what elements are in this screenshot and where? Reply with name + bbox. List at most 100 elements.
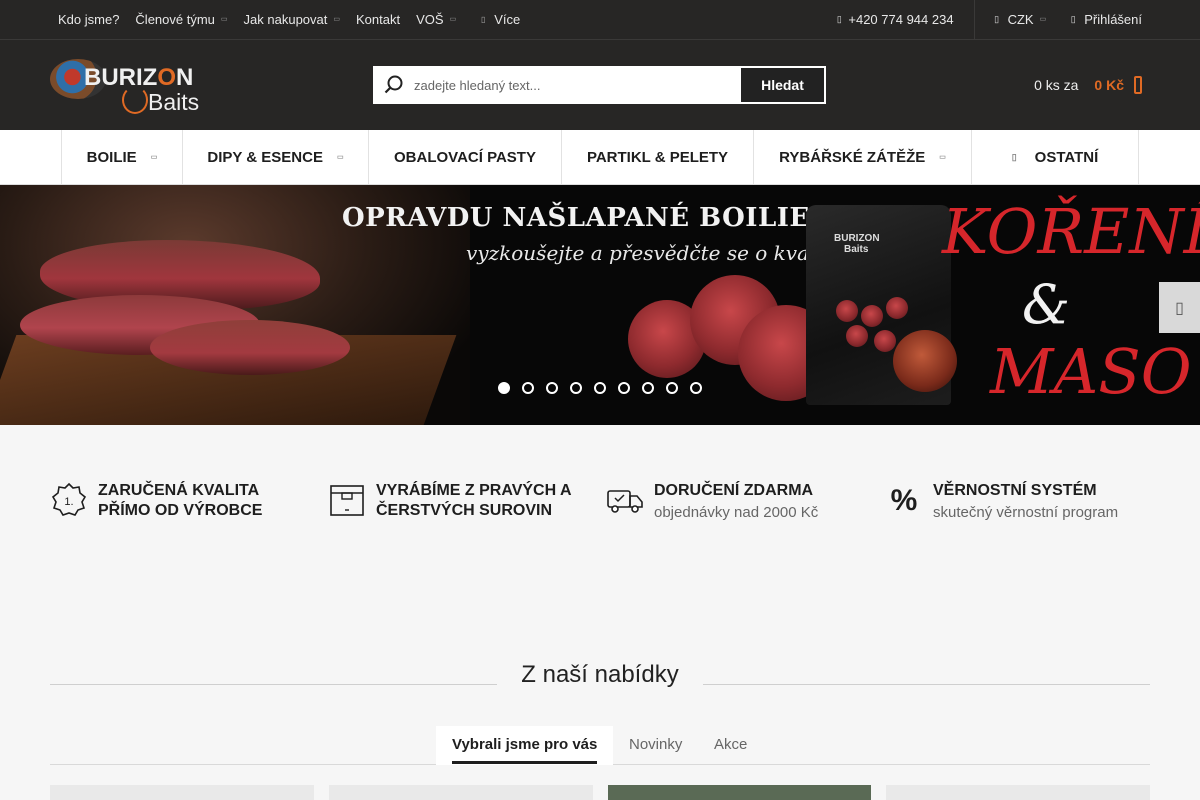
benefit-desc: objednávky nad 2000 Kč bbox=[654, 504, 819, 521]
banner-amp-text: & bbox=[1022, 273, 1071, 336]
category-label: DIPY & ESENCE bbox=[207, 148, 323, 166]
top-nav-more-label: Více bbox=[494, 11, 521, 27]
tab-recommended[interactable]: Vybrali jsme pro vás bbox=[452, 736, 597, 753]
banner-dot[interactable] bbox=[546, 382, 558, 394]
currency-icon: ▯ bbox=[994, 13, 1000, 24]
banner-maso-text: MASO bbox=[990, 335, 1192, 408]
tab-new[interactable]: Novinky bbox=[629, 736, 682, 753]
category-boilie[interactable]: BOILIE ▭ bbox=[62, 130, 183, 184]
section-title: Z naší nabídky bbox=[521, 661, 679, 688]
banner-dot[interactable] bbox=[642, 382, 654, 394]
top-nav-item-how-to-buy[interactable]: Jak nakupovat ▭ bbox=[244, 12, 340, 27]
phone-icon: ▯ bbox=[836, 13, 842, 24]
benefit-fresh: VYRÁBÍME Z PRAVÝCH A ČERSTVÝCH SUROVIN bbox=[328, 481, 572, 521]
search-bar: Hledat bbox=[373, 66, 826, 104]
benefit-title: VĚRNOSTNÍ SYSTÉM bbox=[933, 482, 1097, 499]
product-jar bbox=[893, 330, 957, 392]
banner-dot[interactable] bbox=[498, 382, 510, 394]
chevron-down-icon: ▭ bbox=[220, 16, 228, 23]
login-link[interactable]: ▯ Přihlášení bbox=[1068, 12, 1200, 27]
category-particles[interactable]: PARTIKL & PELETY bbox=[562, 130, 754, 184]
product-card[interactable] bbox=[50, 785, 314, 800]
benefit-desc: skutečný věrnostní program bbox=[933, 504, 1119, 521]
benefit-title: DORUČENÍ ZDARMA bbox=[654, 482, 814, 499]
category-label: BOILIE bbox=[86, 148, 137, 166]
more-icon: ▯ bbox=[1011, 151, 1017, 162]
header: BURIZON Baits Hledat 0 ks za 0 Kč bbox=[0, 40, 1200, 130]
top-nav-item-about[interactable]: Kdo jsme? bbox=[58, 12, 119, 27]
chevron-down-icon: ▭ bbox=[449, 16, 457, 23]
tab-sale[interactable]: Akce bbox=[714, 736, 747, 753]
percent-icon: % bbox=[885, 481, 923, 519]
banner-spice-text: KOŘENÍ bbox=[942, 195, 1200, 268]
product-card[interactable] bbox=[329, 785, 593, 800]
banner-dot[interactable] bbox=[570, 382, 582, 394]
banner-dot[interactable] bbox=[666, 382, 678, 394]
banner-headline: OPRAVDU NAŠLAPANÉ BOILIES bbox=[342, 203, 829, 233]
cart-icon bbox=[1134, 76, 1142, 94]
phone-link[interactable]: ▯ +420 774 944 234 bbox=[834, 0, 975, 39]
top-nav-item-vos[interactable]: VOŠ ▭ bbox=[416, 12, 456, 27]
benefit-delivery: DORUČENÍ ZDARMA objednávky nad 2000 Kč bbox=[606, 481, 818, 521]
search-icon bbox=[374, 67, 414, 103]
benefit-quality: 1. ZARUČENÁ KVALITA PŘÍMO OD VÝROBCE bbox=[50, 481, 262, 521]
top-nav-item-team[interactable]: Členové týmu ▭ bbox=[135, 12, 227, 27]
product-card[interactable] bbox=[886, 785, 1150, 800]
banner-dot[interactable] bbox=[594, 382, 606, 394]
tab-active-underline bbox=[452, 761, 597, 764]
search-input[interactable] bbox=[414, 67, 740, 103]
cart-price: 0 Kč bbox=[1094, 77, 1124, 93]
category-dips[interactable]: DIPY & ESENCE ▭ bbox=[183, 130, 369, 184]
bag-label: Baits bbox=[844, 244, 869, 255]
category-weights[interactable]: RYBÁŘSKÉ ZÁTĚŽE ▭ bbox=[754, 130, 972, 184]
banner-pagination bbox=[498, 382, 714, 394]
banner-dot[interactable] bbox=[522, 382, 534, 394]
banner-dot[interactable] bbox=[690, 382, 702, 394]
cart[interactable]: 0 ks za 0 Kč bbox=[1034, 66, 1142, 104]
logo[interactable]: BURIZON Baits bbox=[50, 56, 222, 118]
box-icon bbox=[328, 481, 366, 519]
benefit-title: PŘÍMO OD VÝROBCE bbox=[98, 502, 263, 519]
category-pastes[interactable]: OBALOVACÍ PASTY bbox=[369, 130, 562, 184]
top-nav: Kdo jsme? Členové týmu ▭ Jak nakupovat ▭ K… bbox=[58, 0, 536, 38]
category-label: PARTIKL & PELETY bbox=[586, 148, 729, 166]
top-nav-item-contact[interactable]: Kontakt bbox=[356, 12, 400, 27]
currency-value: CZK bbox=[1007, 11, 1034, 27]
benefit-title: VYRÁBÍME Z PRAVÝCH A bbox=[376, 482, 572, 499]
category-label: RYBÁŘSKÉ ZÁTĚŽE bbox=[779, 148, 926, 166]
benefit-title: ČERSTVÝCH SUROVIN bbox=[376, 502, 553, 519]
bag-label: BURIZON bbox=[834, 233, 880, 244]
product-card[interactable] bbox=[608, 785, 871, 800]
side-tab-icon: ▯ bbox=[1175, 299, 1184, 317]
svg-text:1.: 1. bbox=[64, 496, 73, 508]
top-bar: Kdo jsme? Členové týmu ▭ Jak nakupovat ▭ K… bbox=[0, 0, 1200, 40]
top-nav-label: Jak nakupovat bbox=[243, 11, 328, 27]
top-bar-right: ▯ +420 774 944 234 ▯ CZK ▭ ▯ Přihlášení bbox=[834, 0, 1200, 39]
hero-banner[interactable]: OPRAVDU NAŠLAPANÉ BOILIES vyzkoušejte a … bbox=[0, 185, 1200, 425]
top-nav-label: Kdo jsme? bbox=[58, 11, 120, 27]
benefits-strip: 1. ZARUČENÁ KVALITA PŘÍMO OD VÝROBCE VYR… bbox=[0, 425, 1200, 545]
category-menu: BOILIE ▭ DIPY & ESENCE ▭ OBALOVACÍ PASTY P… bbox=[0, 130, 1200, 185]
chevron-down-icon: ▭ bbox=[1039, 16, 1047, 23]
truck-icon bbox=[606, 481, 644, 519]
search-button[interactable]: Hledat bbox=[740, 67, 825, 103]
benefit-title: ZARUČENÁ KVALITA bbox=[98, 482, 260, 499]
category-label: OSTATNÍ bbox=[1034, 148, 1099, 166]
medal-icon: 1. bbox=[50, 481, 88, 519]
logo-baits: Baits bbox=[148, 89, 200, 115]
currency-select[interactable]: ▯ CZK ▭ bbox=[975, 0, 1069, 39]
side-panel-tab[interactable]: ▯ bbox=[1159, 282, 1200, 333]
chevron-down-icon: ▭ bbox=[150, 154, 158, 161]
top-nav-label: Členové týmu bbox=[135, 11, 215, 27]
banner-dot[interactable] bbox=[618, 382, 630, 394]
top-nav-more[interactable]: ▯ Více bbox=[478, 12, 520, 27]
chevron-down-icon: ▭ bbox=[336, 154, 344, 161]
category-other[interactable]: ▯ OSTATNÍ bbox=[972, 130, 1139, 184]
chevron-down-icon: ▭ bbox=[939, 154, 946, 161]
login-label: Přihlášení bbox=[1084, 11, 1142, 27]
cart-count: 0 ks za bbox=[1034, 77, 1079, 93]
product-grid bbox=[50, 785, 1150, 800]
banner-subline: vyzkoušejte a přesvědčte se o kvalitě bbox=[466, 241, 842, 265]
top-nav-label: Kontakt bbox=[356, 11, 401, 27]
user-icon: ▯ bbox=[1070, 13, 1076, 24]
